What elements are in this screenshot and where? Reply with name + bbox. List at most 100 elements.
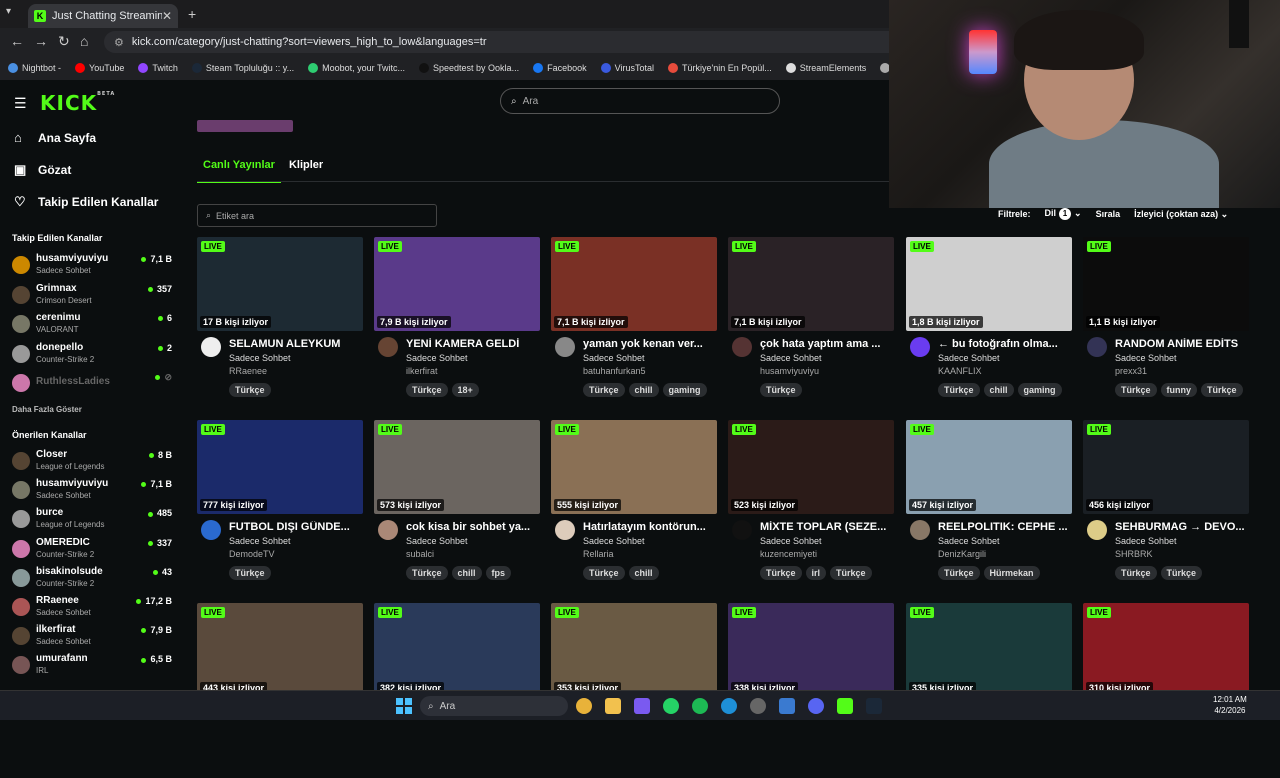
channel-name[interactable]: DenizKargili: [938, 549, 986, 559]
stream-category[interactable]: Sadece Sohbet: [229, 536, 291, 546]
bookmark-item[interactable]: YouTube: [75, 63, 124, 73]
stream-card[interactable]: LIVE 7,9 B kişi izliyor YENİ KAMERA GELDİ S…: [374, 237, 540, 412]
stream-category[interactable]: Sadece Sohbet: [760, 353, 822, 363]
bookmark-item[interactable]: Nightbot -: [8, 63, 61, 73]
windows-start-icon[interactable]: [396, 698, 412, 714]
stream-thumbnail[interactable]: LIVE 456 kişi izliyor: [1083, 420, 1249, 514]
channel-item[interactable]: OMEREDIC Counter-Strike 2 337: [12, 537, 172, 561]
channel-name[interactable]: prexx31: [1115, 366, 1147, 376]
tag-chip[interactable]: Türkçe: [406, 566, 448, 580]
stream-thumbnail[interactable]: LIVE 335 kişi izliyor: [906, 603, 1072, 697]
stream-thumbnail[interactable]: LIVE 457 kişi izliyor: [906, 420, 1072, 514]
stream-card[interactable]: LIVE 1,8 B kişi izliyor ← bu fotoğrafın ol…: [906, 237, 1072, 412]
stream-thumbnail[interactable]: LIVE 353 kişi izliyor: [551, 603, 717, 697]
copilot-icon[interactable]: [634, 698, 650, 714]
channel-item[interactable]: Grimnax Crimson Desert 357: [12, 283, 172, 307]
stream-thumbnail[interactable]: LIVE 7,1 B kişi izliyor: [728, 237, 894, 331]
back-icon[interactable]: ←: [10, 33, 24, 49]
tag-chip[interactable]: Türkçe: [760, 566, 802, 580]
tag-chip[interactable]: chill: [628, 383, 659, 397]
tab-live[interactable]: Canlı Yayınlar: [197, 155, 281, 183]
stream-thumbnail[interactable]: LIVE 382 kişi izliyor: [374, 603, 540, 697]
tag-chip[interactable]: 18+: [451, 383, 479, 397]
stream-thumbnail[interactable]: LIVE 7,1 B kişi izliyor: [551, 237, 717, 331]
tag-chip[interactable]: Türkçe: [830, 566, 872, 580]
stream-card[interactable]: LIVE 7,1 B kişi izliyor yaman yok kenan ve…: [551, 237, 717, 412]
stream-title[interactable]: MİXTE TOPLAR (SEZE...: [760, 521, 894, 533]
home-icon[interactable]: ⌂: [80, 33, 88, 49]
stream-title[interactable]: RANDOM ANİME EDİTS: [1115, 338, 1249, 350]
tag-chip[interactable]: Hürmekan: [983, 566, 1040, 580]
nav-browse[interactable]: ▣ Gözat: [14, 162, 71, 178]
reload-icon[interactable]: ↻: [58, 33, 70, 50]
channel-item[interactable]: husamviyuviyu Sadece Sohbet 7,1 B: [12, 253, 172, 277]
stream-card[interactable]: LIVE 523 kişi izliyor MİXTE TOPLAR (SEZE..…: [728, 420, 894, 595]
stream-thumbnail[interactable]: LIVE 555 kişi izliyor: [551, 420, 717, 514]
channel-name[interactable]: KAANFLIX: [938, 366, 982, 376]
bookmark-item[interactable]: StreamElements: [785, 63, 866, 73]
tag-chip[interactable]: Türkçe: [938, 383, 980, 397]
stream-title[interactable]: REELPOLITIK: CEPHE ...: [938, 521, 1072, 533]
stream-category[interactable]: Sadece Sohbet: [938, 353, 1000, 363]
stream-thumbnail[interactable]: LIVE 7,9 B kişi izliyor: [374, 237, 540, 331]
bookmark-item[interactable]: Moobot, your Twitc...: [308, 63, 405, 73]
tag-chip[interactable]: Türkçe: [406, 383, 448, 397]
channel-avatar[interactable]: [1087, 337, 1107, 357]
tag-chip[interactable]: Türkçe: [229, 566, 271, 580]
stream-category[interactable]: Sadece Sohbet: [1115, 536, 1177, 546]
menu-icon[interactable]: ☰: [14, 95, 27, 112]
nav-home[interactable]: ⌂ Ana Sayfa: [14, 130, 96, 145]
channel-avatar[interactable]: [732, 520, 752, 540]
tag-chip[interactable]: gaming: [662, 383, 707, 397]
bookmark-item[interactable]: Twitch: [138, 63, 178, 73]
tag-chip[interactable]: irl: [805, 566, 827, 580]
channel-avatar[interactable]: [555, 520, 575, 540]
tag-chip[interactable]: funny: [1160, 383, 1198, 397]
tag-chip[interactable]: Türkçe: [938, 566, 980, 580]
bookmark-item[interactable]: Speedtest by Ookla...: [419, 63, 519, 73]
obs-icon[interactable]: [750, 698, 766, 714]
tag-chip[interactable]: gaming: [1017, 383, 1062, 397]
tab-search-icon[interactable]: ▾: [6, 6, 11, 17]
forward-icon[interactable]: →: [34, 33, 48, 49]
stream-title[interactable]: yaman yok kenan ver...: [583, 338, 717, 350]
site-info-icon[interactable]: ⚙: [114, 36, 124, 49]
stream-thumbnail[interactable]: LIVE 573 kişi izliyor: [374, 420, 540, 514]
stream-category[interactable]: Sadece Sohbet: [938, 536, 1000, 546]
show-more-link[interactable]: Daha Fazla Göster: [12, 405, 82, 414]
close-tab-icon[interactable]: ✕: [162, 9, 172, 23]
chrome-icon[interactable]: [576, 698, 592, 714]
tag-chip[interactable]: Türkçe: [1115, 566, 1157, 580]
channel-avatar[interactable]: [910, 520, 930, 540]
stream-thumbnail[interactable]: LIVE 310 kişi izliyor: [1083, 603, 1249, 697]
channel-item[interactable]: umurafann IRL 6,5 B: [12, 653, 172, 677]
tag-chip[interactable]: Türkçe: [583, 566, 625, 580]
tag-chip[interactable]: Türkçe: [583, 383, 625, 397]
bookmark-item[interactable]: VirusTotal: [600, 63, 654, 73]
channel-avatar[interactable]: [378, 337, 398, 357]
tag-chip[interactable]: chill: [628, 566, 659, 580]
new-tab-icon[interactable]: +: [188, 6, 196, 22]
stream-title[interactable]: ← bu fotoğrafın olma...: [938, 338, 1072, 350]
tag-chip[interactable]: Türkçe: [1201, 383, 1243, 397]
channel-item[interactable]: burce League of Legends 485: [12, 507, 172, 531]
tab-clips[interactable]: Klipler: [283, 155, 329, 183]
stream-category[interactable]: Sadece Sohbet: [583, 536, 645, 546]
channel-item[interactable]: donepello Counter-Strike 2 2: [12, 342, 172, 366]
channel-avatar[interactable]: [1087, 520, 1107, 540]
channel-item[interactable]: husamviyuviyu Sadece Sohbet 7,1 B: [12, 478, 172, 502]
bookmark-item[interactable]: Facebook: [533, 63, 587, 73]
tag-chip[interactable]: Türkçe: [760, 383, 802, 397]
steam-icon[interactable]: [866, 698, 882, 714]
stream-card[interactable]: LIVE 457 kişi izliyor REELPOLITIK: CEPHE .…: [906, 420, 1072, 595]
kick-app-icon[interactable]: [837, 698, 853, 714]
channel-name[interactable]: DemodeTV: [229, 549, 275, 559]
tag-chip[interactable]: Türkçe: [1160, 566, 1203, 580]
stream-category[interactable]: Sadece Sohbet: [406, 353, 468, 363]
stream-thumbnail[interactable]: LIVE 443 kişi izliyor: [197, 603, 363, 697]
spotify-icon[interactable]: [692, 698, 708, 714]
stream-card[interactable]: LIVE 555 kişi izliyor Hatırlatayım kontöru…: [551, 420, 717, 595]
stream-title[interactable]: FUTBOL DIŞI GÜNDE...: [229, 521, 363, 533]
channel-item[interactable]: bisakinolsude Counter-Strike 2 43: [12, 566, 172, 590]
taskbar-search[interactable]: ⌕ Ara: [420, 696, 568, 716]
